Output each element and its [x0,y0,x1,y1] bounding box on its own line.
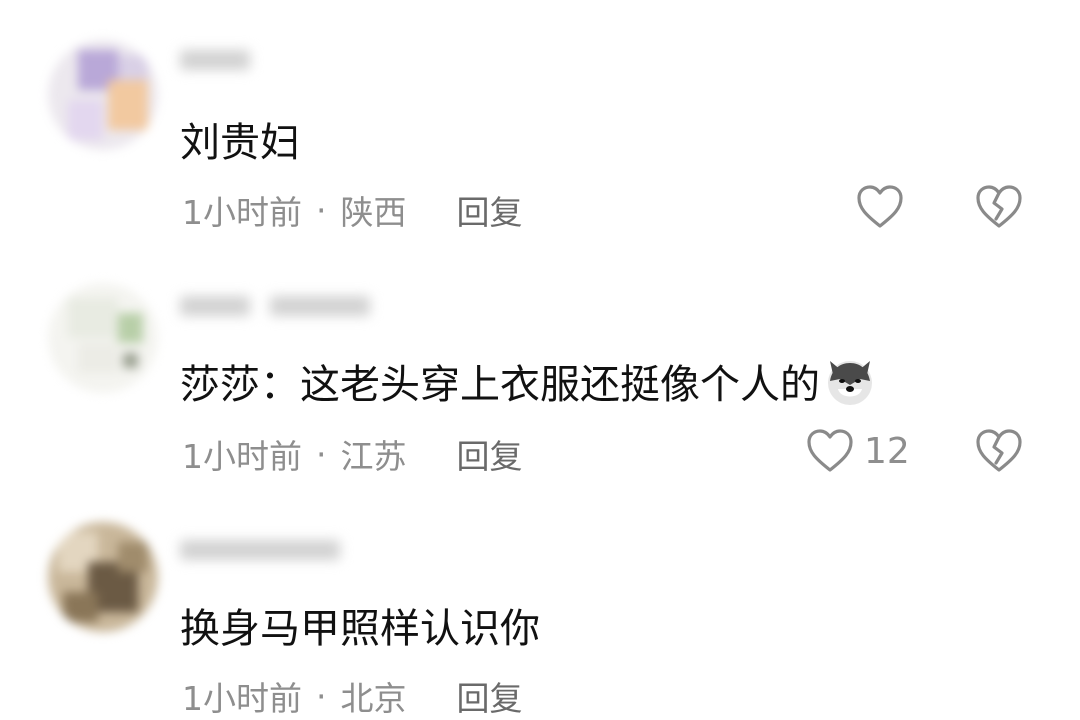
comment-text: 刘贵妇 [180,120,300,166]
comment-location: 北京 [340,679,407,718]
comment-location: 陕西 [340,193,407,232]
meta-separator: · [316,190,327,230]
meta-separator: · [316,676,327,716]
heart-outline-icon [857,185,903,228]
comment-text: 换身马甲照样认识你 [180,606,540,652]
reply-button[interactable]: 回复 [457,430,523,478]
heart-outline-icon [807,429,853,472]
meta-separator: · [316,434,327,474]
dislike-button[interactable] [975,184,1023,234]
like-button[interactable]: 12 [806,428,910,474]
reply-button[interactable]: 回复 [457,186,523,234]
comment-meta: 1小时前 · 北京 回复 [182,672,523,720]
like-count: 12 [864,430,910,472]
avatar[interactable] [48,40,158,150]
comment-time: 1小时前 [182,679,302,718]
comment-meta: 1小时前 · 江苏 回复 [182,430,523,478]
comment-text-body: 莎莎：这老头穿上衣服还挺像个人的 [180,362,820,408]
comment-time: 1小时前 [182,437,302,476]
comment-text: 莎莎：这老头穿上衣服还挺像个人的 [180,352,876,410]
comment-time: 1小时前 [182,193,302,232]
avatar[interactable] [48,283,158,393]
comment-meta: 1小时前 · 陕西 回复 [182,186,523,234]
reply-button[interactable]: 回复 [457,672,523,720]
like-button[interactable] [856,184,914,230]
broken-heart-icon [976,185,1022,228]
broken-heart-icon [976,429,1022,472]
husky-dog-emoji [828,361,872,405]
avatar[interactable] [48,522,158,632]
dislike-button[interactable] [975,428,1023,478]
comment-location: 江苏 [340,437,407,476]
